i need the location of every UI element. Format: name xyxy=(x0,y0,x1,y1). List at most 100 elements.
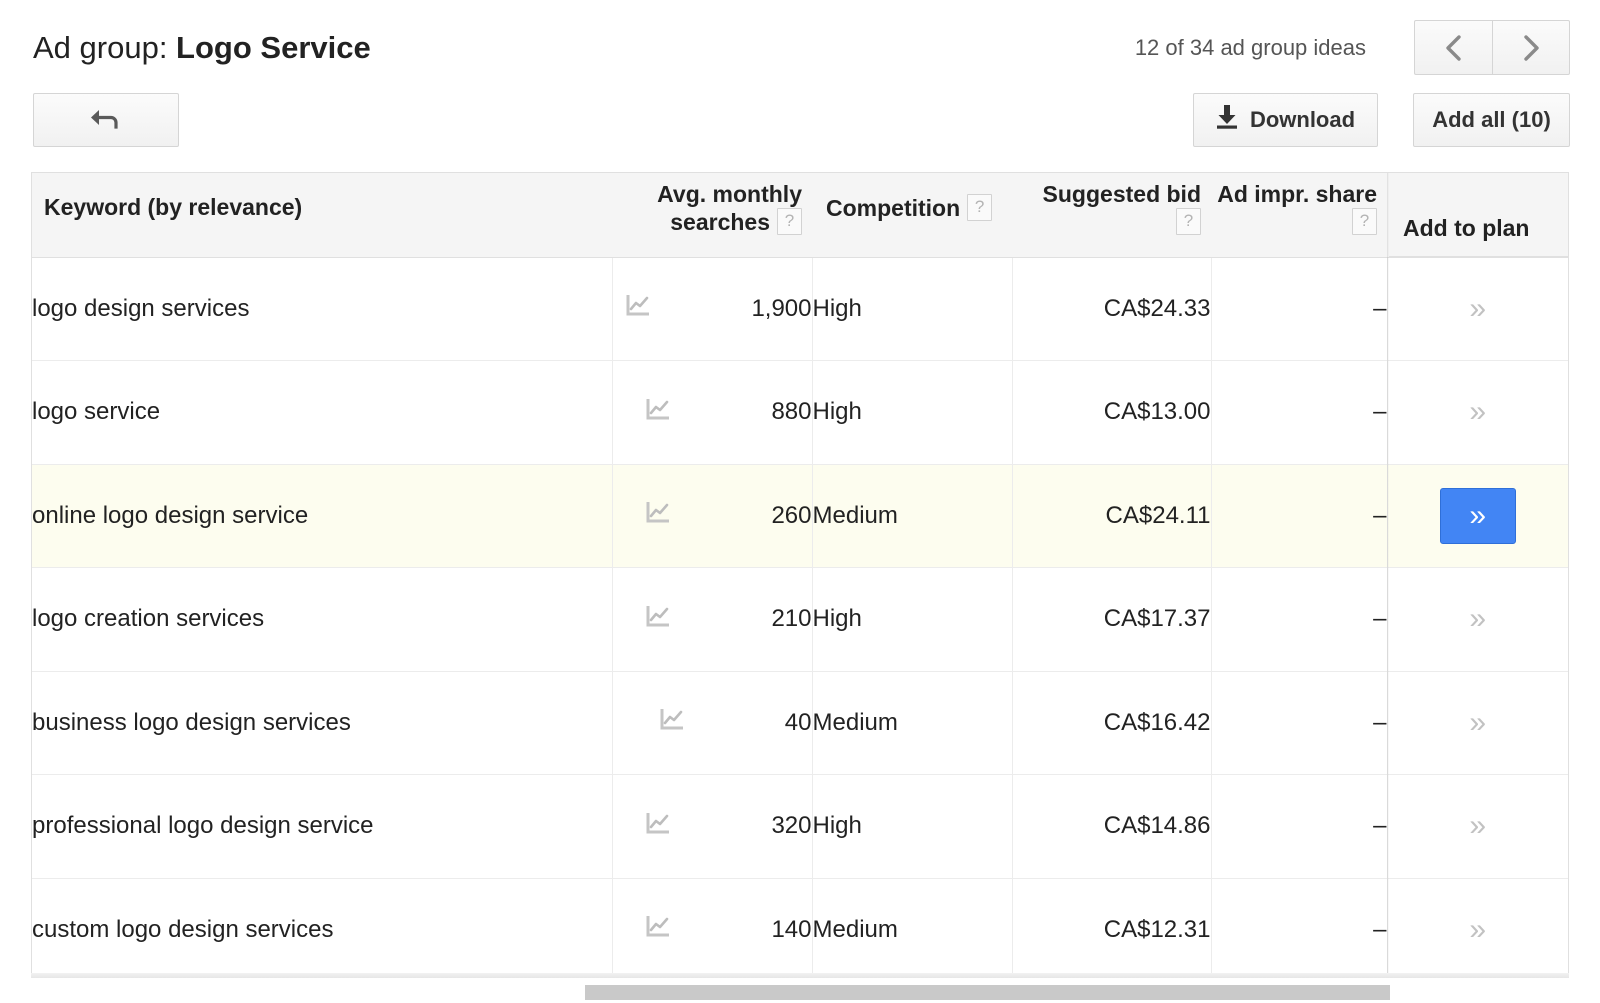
table-row[interactable]: logo service880HighCA$13.00– » xyxy=(32,361,1568,465)
cell-keyword: custom logo design services xyxy=(32,878,612,974)
cell-suggested-bid: CA$13.00 xyxy=(1012,361,1211,465)
cell-keyword: professional logo design service xyxy=(32,775,612,879)
trend-chart-icon[interactable] xyxy=(645,810,671,843)
cell-ad-impr-share: – xyxy=(1211,568,1387,672)
sticky-column-header-add-to-plan: Add to plan xyxy=(1389,173,1569,257)
cell-ad-impr-share: – xyxy=(1211,464,1387,568)
chevron-right-icon xyxy=(1519,32,1543,64)
avg-monthly-searches-value: 320 xyxy=(771,812,811,840)
column-header-keyword-label: Keyword (by relevance) xyxy=(44,194,302,221)
cell-suggested-bid: CA$24.11 xyxy=(1012,464,1211,568)
column-header-competition-label: Competition xyxy=(826,195,960,222)
cell-keyword: logo creation services xyxy=(32,568,612,672)
download-icon xyxy=(1216,104,1238,136)
cell-avg-monthly-searches: 210 xyxy=(612,568,812,672)
page-title: Ad group: Logo Service xyxy=(33,28,371,68)
back-arrow-icon xyxy=(89,105,123,136)
help-icon-competition[interactable]: ? xyxy=(967,194,992,221)
keyword-ideas-table: Keyword (by relevance) Avg. monthly sear… xyxy=(32,173,1568,974)
cell-add-to-plan: » xyxy=(1387,775,1568,879)
avg-monthly-searches-value: 1,900 xyxy=(751,295,811,323)
ad-group-ideas-count: 12 of 34 ad group ideas xyxy=(1135,34,1366,62)
table-body: logo design services1,900HighCA$24.33–»l… xyxy=(32,257,1568,974)
cell-competition: Medium xyxy=(812,878,1012,974)
cell-competition: High xyxy=(812,568,1012,672)
add-all-button-label: Add all (10) xyxy=(1432,107,1551,133)
add-to-plan-button[interactable]: » xyxy=(1469,708,1486,738)
cell-add-to-plan: » xyxy=(1387,464,1568,568)
cell-suggested-bid: CA$12.31 xyxy=(1012,878,1211,974)
avg-monthly-searches-value: 140 xyxy=(771,916,811,944)
column-header-ad-impr-share[interactable]: Ad impr. share ? xyxy=(1211,173,1387,257)
column-header-suggested-bid[interactable]: Suggested bid ? xyxy=(1012,173,1211,257)
table-header-row: Keyword (by relevance) Avg. monthly sear… xyxy=(32,173,1568,257)
add-to-plan-button[interactable]: » xyxy=(1469,294,1486,324)
cell-ad-impr-share: – xyxy=(1211,257,1387,361)
cell-add-to-plan: » xyxy=(1387,671,1568,775)
avg-monthly-searches-value: 260 xyxy=(771,502,811,530)
cell-keyword: logo service xyxy=(32,361,612,465)
next-page-button[interactable] xyxy=(1492,20,1570,75)
cell-suggested-bid: CA$24.33 xyxy=(1012,257,1211,361)
horizontal-scrollbar-thumb[interactable] xyxy=(585,985,1390,1000)
table-row[interactable]: custom logo design services 140MediumCA$1… xyxy=(32,878,1568,974)
trend-chart-icon[interactable] xyxy=(659,706,685,739)
cell-competition: High xyxy=(812,257,1012,361)
cell-competition: High xyxy=(812,775,1012,879)
help-icon-avg-monthly-searches[interactable]: ? xyxy=(777,208,802,235)
cell-competition: Medium xyxy=(812,671,1012,775)
page-header: Ad group: Logo Service 12 of 34 ad group… xyxy=(0,0,1600,168)
trend-chart-icon[interactable] xyxy=(645,396,671,429)
cell-suggested-bid: CA$17.37 xyxy=(1012,568,1211,672)
trend-chart-icon[interactable] xyxy=(645,499,671,532)
pagination-controls xyxy=(1414,20,1570,75)
avg-searches-line1: Avg. monthly xyxy=(657,180,802,208)
cell-ad-impr-share: – xyxy=(1211,775,1387,879)
column-header-avg-monthly-searches[interactable]: Avg. monthly searches ? xyxy=(612,173,812,257)
cell-ad-impr-share: – xyxy=(1211,671,1387,775)
table-row[interactable]: professional logo design service320HighC… xyxy=(32,775,1568,879)
column-header-suggested-bid-label: Suggested bid xyxy=(1043,180,1201,208)
cell-avg-monthly-searches: 260 xyxy=(612,464,812,568)
keyword-ideas-table-container: Keyword (by relevance) Avg. monthly sear… xyxy=(31,172,1569,974)
cell-avg-monthly-searches: 320 xyxy=(612,775,812,879)
table-row[interactable]: logo creation services210HighCA$17.37– » xyxy=(32,568,1568,672)
cell-competition: High xyxy=(812,361,1012,465)
column-header-competition[interactable]: Competition ? xyxy=(812,173,1012,257)
cell-ad-impr-share: – xyxy=(1211,878,1387,974)
chevron-left-icon xyxy=(1442,32,1466,64)
back-button[interactable] xyxy=(33,93,179,147)
trend-chart-icon[interactable] xyxy=(645,603,671,636)
table-row[interactable]: business logo design services40MediumCA$… xyxy=(32,671,1568,775)
add-to-plan-button[interactable]: » xyxy=(1469,604,1486,634)
column-header-ad-impr-share-label: Ad impr. share xyxy=(1217,180,1377,208)
column-header-keyword[interactable]: Keyword (by relevance) xyxy=(32,173,612,257)
help-icon-ad-impr-share[interactable]: ? xyxy=(1352,208,1377,235)
cell-add-to-plan: » xyxy=(1387,878,1568,974)
avg-searches-line2: searches xyxy=(670,208,770,236)
download-button-label: Download xyxy=(1250,107,1355,133)
cell-add-to-plan: » xyxy=(1387,361,1568,465)
page-title-prefix: Ad group: xyxy=(33,30,176,65)
add-to-plan-button[interactable]: » xyxy=(1469,811,1486,841)
previous-page-button[interactable] xyxy=(1414,20,1492,75)
add-to-plan-button[interactable]: » xyxy=(1469,915,1486,945)
trend-chart-icon[interactable] xyxy=(645,913,671,946)
add-all-button[interactable]: Add all (10) xyxy=(1413,93,1570,147)
table-row[interactable]: logo design services 1,900HighCA$24.33– » xyxy=(32,257,1568,361)
trend-chart-icon[interactable] xyxy=(625,292,651,325)
avg-monthly-searches-value: 40 xyxy=(785,709,812,737)
table-bottom-edge xyxy=(31,973,1569,978)
add-to-plan-button-active[interactable]: » xyxy=(1440,488,1516,544)
page-title-adgroup-name: Logo Service xyxy=(176,30,371,65)
cell-add-to-plan: » xyxy=(1387,257,1568,361)
download-button[interactable]: Download xyxy=(1193,93,1378,147)
cell-ad-impr-share: – xyxy=(1211,361,1387,465)
table-row[interactable]: online logo design service260MediumCA$24… xyxy=(32,464,1568,568)
add-to-plan-button[interactable]: » xyxy=(1469,397,1486,427)
help-icon-suggested-bid[interactable]: ? xyxy=(1176,208,1201,235)
cell-keyword: online logo design service xyxy=(32,464,612,568)
sticky-add-to-plan-label: Add to plan xyxy=(1403,215,1529,242)
cell-avg-monthly-searches: 880 xyxy=(612,361,812,465)
cell-keyword: logo design services xyxy=(32,257,612,361)
